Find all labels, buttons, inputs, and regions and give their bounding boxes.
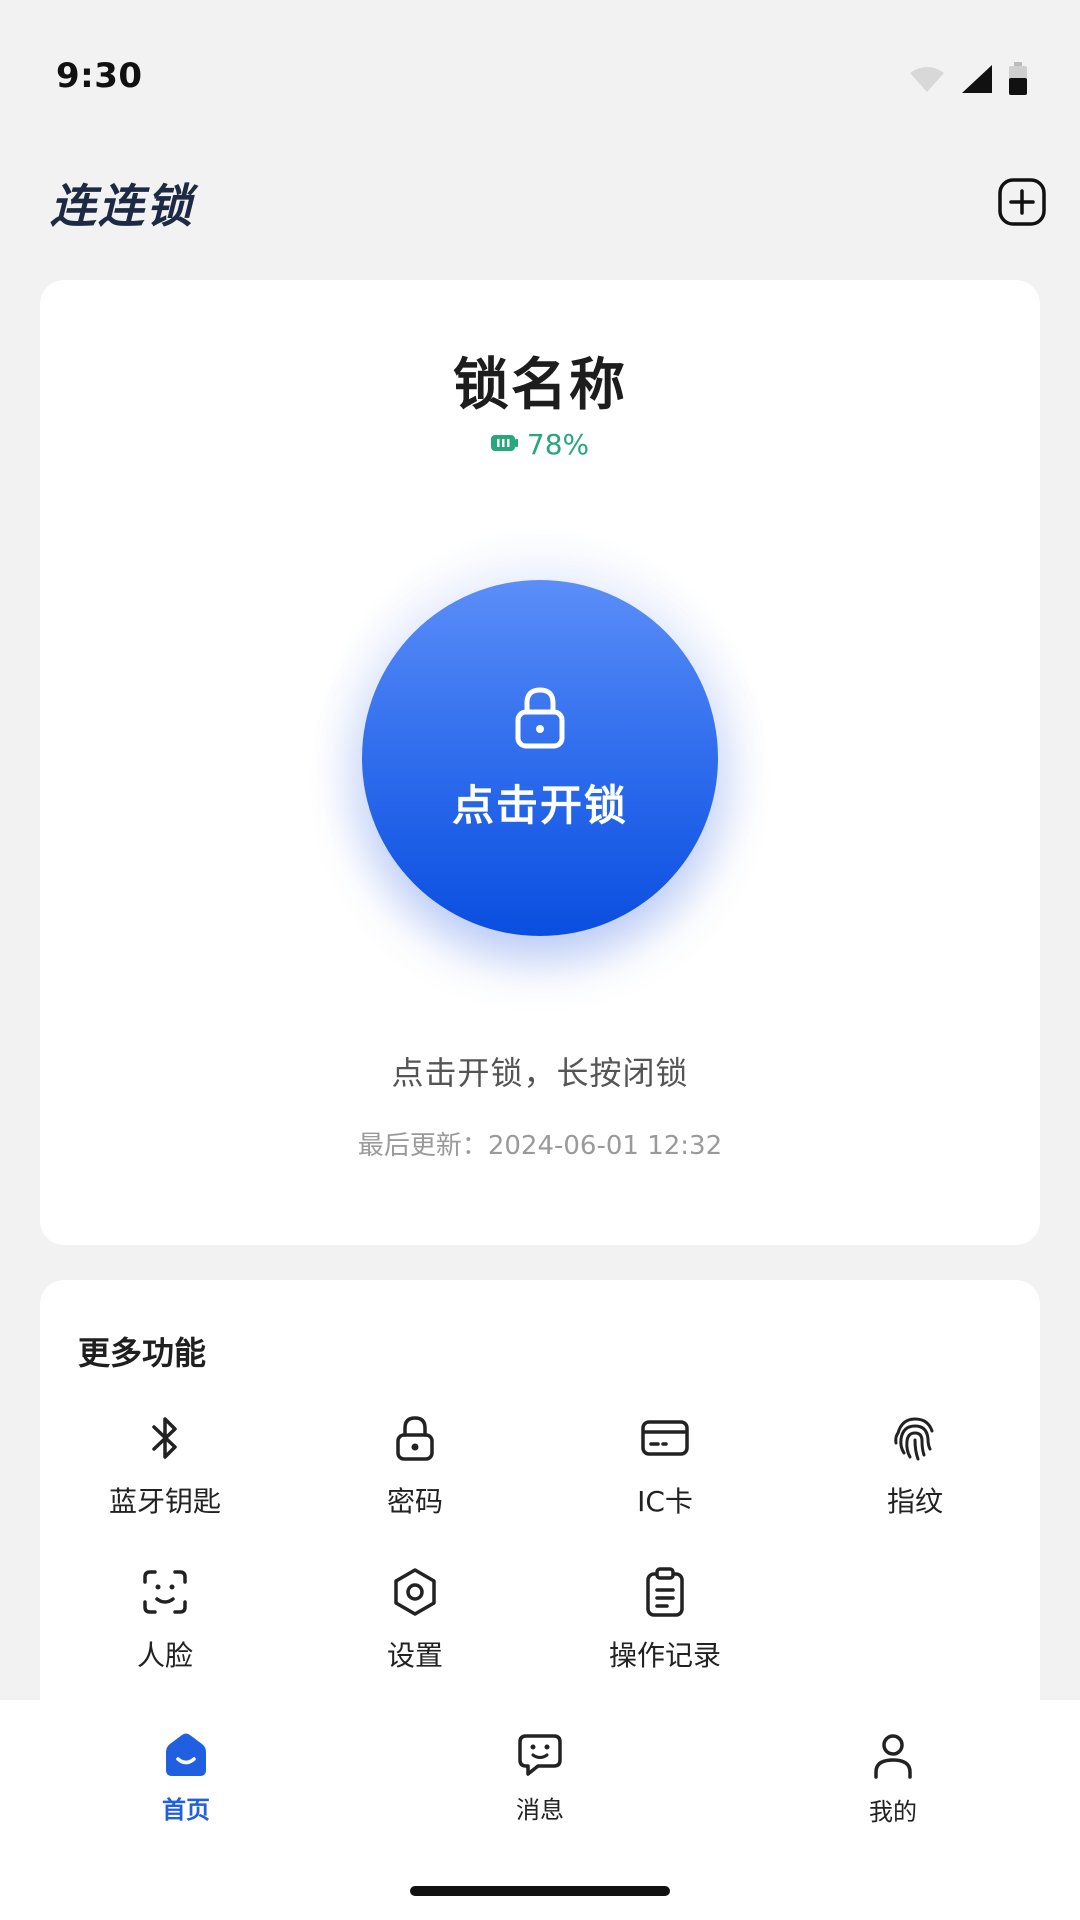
nav-item-messages[interactable]: 消息 xyxy=(460,1732,620,1825)
feature-label: 人脸 xyxy=(136,1639,193,1672)
status-icons xyxy=(908,62,1028,96)
feature-password[interactable]: 密码 xyxy=(290,1410,540,1564)
status-bar: 9:30 xyxy=(0,0,1080,140)
feature-grid: 蓝牙钥匙 密码 IC卡 指纹 人脸 设置 操作记录 xyxy=(40,1410,1040,1718)
nav-label-profile: 我的 xyxy=(869,1798,917,1826)
lock-icon xyxy=(512,684,568,754)
more-features-card: 更多功能 蓝牙钥匙 密码 IC卡 指纹 人脸 设置 操作记录 xyxy=(40,1280,1040,1740)
features-title: 更多功能 xyxy=(78,1334,207,1372)
plus-square-icon xyxy=(997,177,1047,231)
lock-app-home-screen: 9:30 连连锁 锁名称 78% 点击开锁 点击开锁，长按闭锁 最后更新：202… xyxy=(0,0,1080,1920)
last-update-time: 最后更新：2024-06-01 12:32 xyxy=(357,1131,723,1161)
feature-label: 蓝牙钥匙 xyxy=(108,1485,221,1518)
battery-status: 78% xyxy=(40,428,1040,461)
fingerprint-icon xyxy=(887,1410,943,1466)
add-lock-button[interactable] xyxy=(994,176,1050,232)
feature-ic-card[interactable]: IC卡 xyxy=(540,1410,790,1564)
signal-icon xyxy=(960,63,994,95)
user-icon xyxy=(871,1732,915,1784)
nav-label-home: 首页 xyxy=(162,1796,210,1824)
unlock-label: 点击开锁 xyxy=(451,780,628,830)
feature-label: 操作记录 xyxy=(608,1639,721,1672)
feature-label: 设置 xyxy=(386,1639,443,1672)
settings-hexagon-icon xyxy=(387,1564,443,1620)
feature-label: 指纹 xyxy=(886,1485,943,1518)
nav-item-profile[interactable]: 我的 xyxy=(813,1732,973,1827)
lock-name: 锁名称 xyxy=(453,353,627,418)
feature-bluetooth-key[interactable]: 蓝牙钥匙 xyxy=(40,1410,290,1564)
battery-level-icon xyxy=(490,434,519,456)
feature-fingerprint[interactable]: 指纹 xyxy=(790,1410,1040,1564)
unlock-button[interactable]: 点击开锁 xyxy=(362,580,718,936)
bluetooth-icon xyxy=(137,1410,193,1466)
status-time: 9:30 xyxy=(56,56,143,96)
lock-card: 锁名称 78% 点击开锁 点击开锁，长按闭锁 最后更新：2024-06-01 1… xyxy=(40,280,1040,1245)
lock-icon xyxy=(387,1410,443,1466)
nav-item-home[interactable]: 首页 xyxy=(106,1732,266,1825)
feature-face[interactable]: 人脸 xyxy=(40,1564,290,1718)
battery-percent: 78% xyxy=(526,428,590,461)
feature-operation-log[interactable]: 操作记录 xyxy=(540,1564,790,1718)
nav-label-messages: 消息 xyxy=(516,1796,564,1824)
feature-settings[interactable]: 设置 xyxy=(290,1564,540,1718)
face-scan-icon xyxy=(137,1564,193,1620)
battery-icon xyxy=(1008,62,1028,96)
home-icon xyxy=(163,1732,209,1782)
app-title: 连连锁 xyxy=(50,179,194,233)
unlock-hint: 点击开锁，长按闭锁 xyxy=(391,1054,689,1092)
home-indicator[interactable] xyxy=(410,1886,670,1896)
card-icon xyxy=(637,1410,693,1466)
message-icon xyxy=(516,1732,564,1782)
feature-label: 密码 xyxy=(386,1485,443,1518)
clipboard-icon xyxy=(637,1564,693,1620)
feature-label: IC卡 xyxy=(637,1485,693,1518)
wifi-icon xyxy=(908,65,946,93)
